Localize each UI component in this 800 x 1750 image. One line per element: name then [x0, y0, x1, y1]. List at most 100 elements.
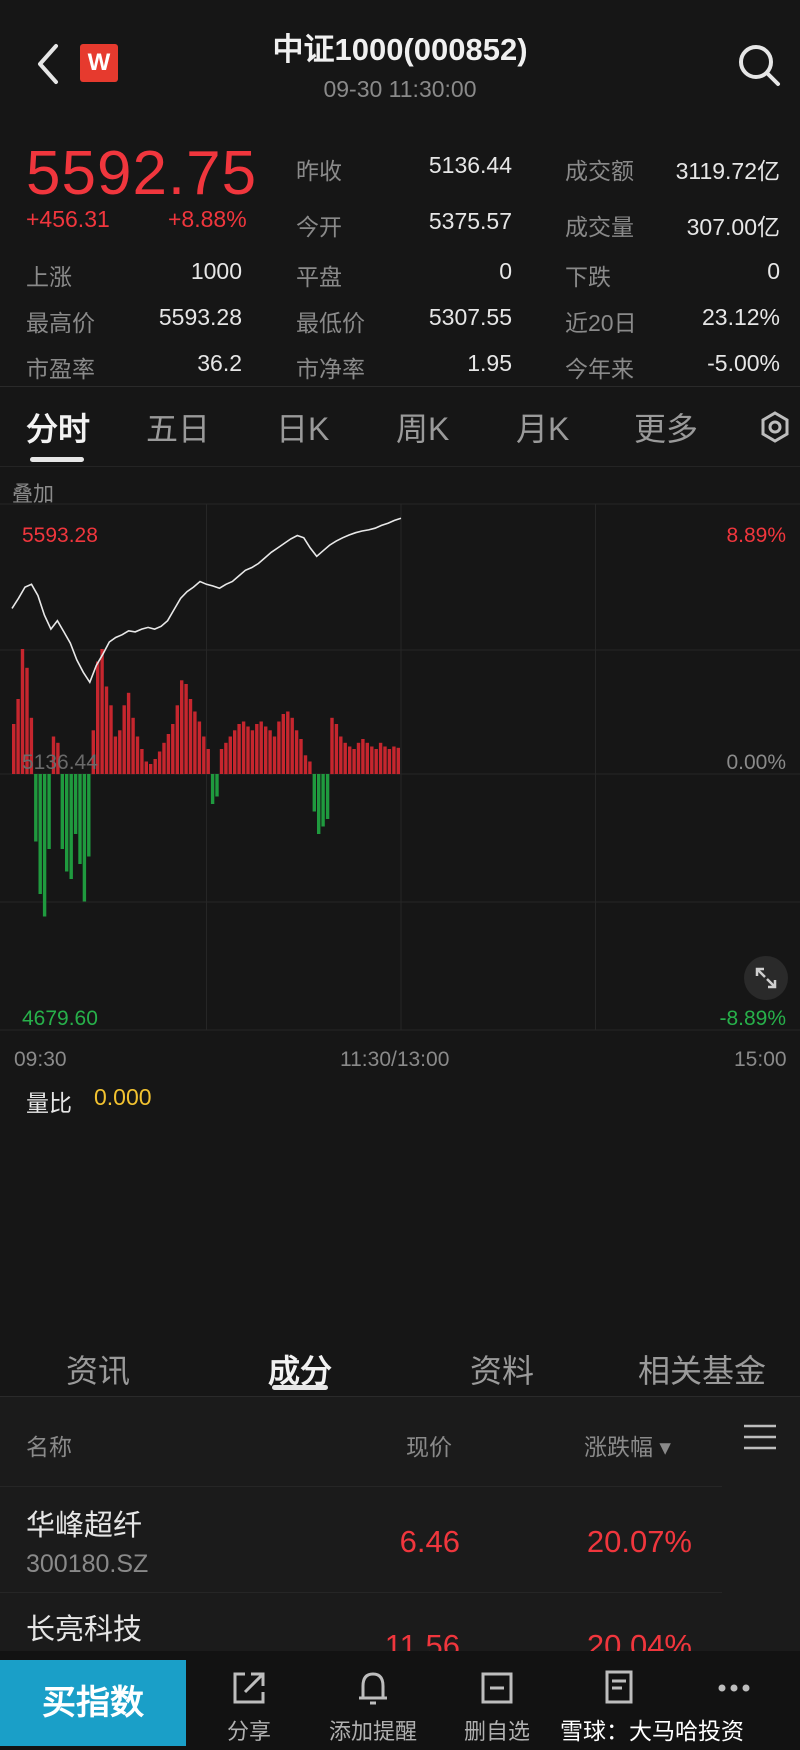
tab-five-day[interactable]: 五日: [146, 404, 210, 450]
tab-profile[interactable]: 资料: [470, 1346, 534, 1392]
stat-label-pe: 市盈率: [26, 356, 95, 382]
stock-price: 6.46: [399, 1524, 460, 1559]
flow-bar-up: [370, 746, 374, 774]
flow-bar-up: [144, 761, 148, 774]
flow-bar-up: [12, 724, 16, 774]
flow-bar-up: [188, 699, 193, 774]
flow-bar-up: [303, 755, 308, 775]
x-tick-midday: 11:30/13:00: [340, 1048, 450, 1071]
divider: [0, 466, 800, 467]
page-title: 中证1000(000852): [272, 32, 528, 67]
remove-watchlist-button[interactable]: 删自选: [432, 1660, 562, 1746]
x-tick-close: 15:00: [734, 1048, 787, 1071]
flow-bar-up: [233, 730, 237, 775]
tab-more[interactable]: 更多: [634, 404, 698, 450]
flow-bar-up: [126, 692, 131, 775]
share-icon: [233, 1672, 265, 1704]
flow-bar-up: [109, 705, 113, 775]
flow-bar-down: [73, 774, 78, 834]
stat-label-turnover: 成交额: [565, 158, 634, 184]
flow-bar-down: [87, 774, 91, 857]
tab-related-funds[interactable]: 相关基金: [638, 1346, 766, 1392]
flow-bar-down: [34, 774, 38, 842]
add-alert-button[interactable]: 添加提醒: [308, 1660, 438, 1746]
flow-bar-up: [149, 764, 153, 774]
flow-bar-up: [272, 736, 277, 774]
fullscreen-button[interactable]: [744, 956, 788, 1000]
share-button[interactable]: 分享: [184, 1660, 314, 1746]
flow-bar-up: [387, 749, 392, 774]
divider: [0, 386, 800, 387]
stat-label-prev-close: 昨收: [296, 158, 342, 184]
watermark-text: 雪球：大马哈投资: [560, 1718, 744, 1744]
column-header-name[interactable]: 名称: [26, 1428, 72, 1462]
flow-bar-down: [42, 774, 47, 917]
flow-bar-up: [352, 749, 356, 774]
stat-label-unchanged: 平盘: [296, 264, 342, 290]
tab-intraday[interactable]: 分时: [26, 404, 90, 450]
flow-bar-down: [215, 774, 219, 797]
expand-icon: [755, 967, 777, 989]
column-header-change[interactable]: 涨跌幅 ▾: [584, 1428, 671, 1462]
stat-label-high: 最高价: [26, 310, 95, 336]
flow-bar-up: [365, 742, 369, 775]
flow-bar-up: [286, 711, 290, 774]
flow-bar-up: [202, 736, 206, 774]
flow-bar-down: [312, 774, 316, 812]
flow-bar-down: [38, 774, 42, 894]
flow-bar-up: [308, 761, 312, 774]
flow-bar-up: [171, 724, 175, 774]
stock-code: 300180.SZ: [26, 1550, 149, 1578]
flow-bar-up: [131, 717, 135, 775]
tab-weekly-k[interactable]: 周K: [396, 404, 449, 450]
menu-icon: [744, 1424, 776, 1450]
search-button[interactable]: [734, 40, 784, 90]
stat-value-turnover: 3119.72亿: [675, 158, 780, 184]
flow-bar-up: [361, 739, 365, 774]
flow-bar-up: [241, 721, 246, 774]
flow-bar-up: [104, 686, 109, 774]
stat-label-open: 今开: [296, 214, 342, 240]
stat-label-volume: 成交量: [565, 214, 634, 240]
flow-bar-down: [47, 774, 51, 849]
stat-label-20d: 近20日: [565, 310, 637, 336]
stat-label-low: 最低价: [296, 310, 365, 336]
flow-bar-down: [82, 774, 87, 902]
flow-bar-up: [193, 711, 197, 774]
active-tab-indicator: [30, 457, 84, 462]
flow-bar-up: [383, 746, 387, 774]
flow-bar-up: [343, 742, 347, 775]
flow-bar-up: [118, 730, 122, 775]
flow-bar-up: [166, 734, 171, 774]
volume-ratio-label: 量比: [26, 1090, 72, 1116]
flow-bar-up: [175, 705, 179, 775]
flow-bar-up: [356, 742, 361, 775]
flow-bar-up: [153, 759, 157, 774]
current-price: 5592.75: [26, 139, 258, 208]
more-icon: [718, 1684, 750, 1692]
tab-monthly-k[interactable]: 月K: [516, 404, 569, 450]
edit-note-icon: [605, 1670, 633, 1704]
intraday-chart[interactable]: 5593.28 5136.44 4679.60 8.89% 0.00% -8.8…: [0, 500, 800, 1045]
flow-bar-up: [294, 730, 299, 775]
tab-daily-k[interactable]: 日K: [276, 404, 329, 450]
gear-icon: [761, 411, 789, 443]
stat-value-pe: 36.2: [197, 350, 242, 376]
flow-bar-down: [317, 774, 321, 834]
y-label-low: 4679.60: [22, 1007, 98, 1030]
flow-bar-up: [330, 717, 334, 775]
volume-ratio-value: 0.000: [94, 1084, 152, 1110]
flow-bar-up: [374, 749, 378, 774]
chart-settings-button[interactable]: [758, 410, 792, 444]
flow-bar-down: [210, 774, 215, 804]
pct-label-zero: 0.00%: [726, 751, 786, 774]
tab-news[interactable]: 资讯: [66, 1346, 130, 1392]
flow-bar-up: [281, 714, 285, 774]
flow-bar-up: [224, 742, 228, 775]
flow-bar-up: [197, 721, 202, 774]
column-header-price[interactable]: 现价: [406, 1428, 452, 1462]
stock-name: 长亮科技: [26, 1614, 143, 1646]
list-menu-button[interactable]: [742, 1420, 778, 1454]
flow-bar-up: [122, 705, 126, 775]
buy-index-button[interactable]: 买指数: [0, 1660, 186, 1746]
